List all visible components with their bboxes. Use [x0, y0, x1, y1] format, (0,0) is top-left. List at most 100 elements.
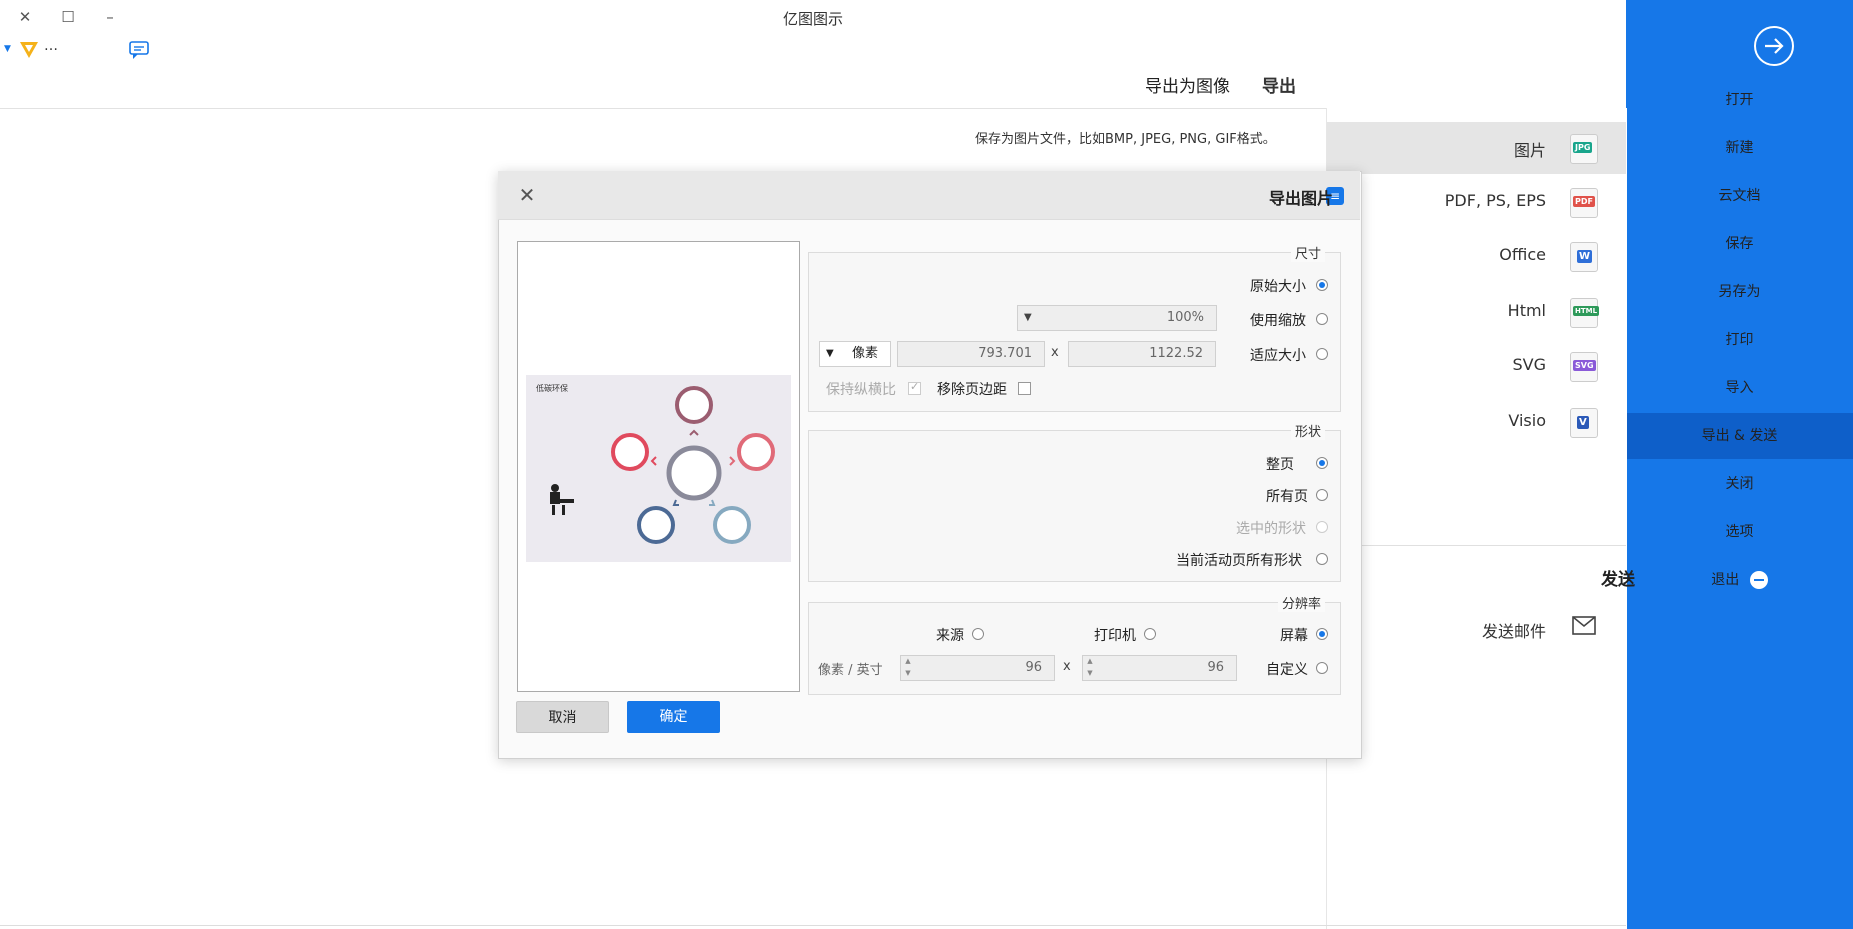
original-size-label: 原始大小 [1250, 279, 1306, 295]
pdf-file-icon: PDF [1570, 188, 1598, 218]
selected-shapes-label: 选中的形状 [1236, 521, 1306, 537]
divider [1360, 545, 1626, 546]
dropdown-arrow-icon[interactable]: ▼ [4, 44, 11, 54]
resolution-group-title: 分辨率 [1278, 593, 1326, 612]
screen-label: 屏幕 [1280, 628, 1308, 644]
minimize-window-button[interactable]: – [92, 4, 128, 30]
resolution-group [808, 602, 1341, 695]
category-label: Visio [1508, 411, 1546, 430]
source-label: 来源 [936, 628, 964, 644]
sidebar-item-options[interactable]: 选项 [1626, 509, 1853, 555]
radio-custom[interactable] [1316, 662, 1328, 674]
radio-fit-size[interactable] [1316, 348, 1328, 360]
custom-label: 自定义 [1266, 662, 1308, 678]
cancel-button[interactable]: 取消 [516, 701, 609, 733]
content-title: 导出为图像 [1145, 77, 1230, 97]
keep-ratio-checkbox[interactable]: ✓ [908, 380, 921, 395]
jpg-file-icon: JPG [1570, 134, 1598, 164]
radio-use-zoom[interactable] [1316, 313, 1328, 325]
send-email-item[interactable]: 发送邮件 [1327, 606, 1626, 650]
minus-circle-icon [1749, 571, 1768, 589]
app-title: 亿图图示 [782, 10, 843, 28]
maximize-window-button[interactable]: ☐ [50, 4, 86, 30]
page-bottom-border [0, 925, 1626, 926]
sidebar-item-label: 退出 [1711, 572, 1740, 588]
visio-file-icon: V [1570, 408, 1598, 438]
dpi-y-input[interactable]: 96 [900, 655, 1055, 681]
remove-margin-label: 移除页边距 [937, 382, 1007, 398]
section-title: 导出 [1262, 77, 1296, 97]
sidebar-item-export-send[interactable]: 导出 & 发送 [1626, 413, 1853, 459]
more-button[interactable]: … [44, 38, 58, 54]
preview-title: 低碳环保 [536, 384, 568, 393]
all-pages-label: 所有页 [1266, 489, 1308, 505]
sidebar-item-print[interactable]: 打印 [1626, 317, 1853, 363]
dpi-x-stepper[interactable]: ▲ ▼ [1084, 655, 1096, 681]
shape-group-title: 形状 [1291, 421, 1326, 440]
sidebar-item-exit[interactable]: 退出 [1626, 557, 1853, 603]
category-pdf[interactable]: PDF PDF, PS, EPS [1327, 176, 1626, 228]
fit-size-label: 适应大小 [1250, 348, 1306, 364]
category-html[interactable]: HTML Html [1327, 286, 1626, 338]
times-sign: x [1063, 659, 1071, 674]
whole-page-label: 整页 [1266, 457, 1294, 473]
category-office[interactable]: W Office [1327, 230, 1626, 282]
use-zoom-label: 使用缩放 [1250, 313, 1306, 329]
dpi-unit-label: 像素 / 英寸 [818, 663, 883, 678]
keep-ratio-label: 保持纵横比 [826, 382, 896, 398]
radio-current-page-shapes[interactable] [1316, 553, 1328, 565]
chevron-down-icon: ▼ [826, 348, 834, 359]
times-sign: x [1051, 345, 1059, 360]
category-svg[interactable]: SVG SVG [1327, 340, 1626, 392]
radio-printer[interactable] [1144, 628, 1156, 640]
zoom-value: 100% [1166, 310, 1204, 325]
close-window-button[interactable]: ✕ [7, 4, 43, 30]
size-group-title: 尺寸 [1291, 243, 1326, 262]
printer-label: 打印机 [1094, 628, 1136, 644]
category-visio[interactable]: V Visio [1327, 396, 1626, 448]
check-icon: ✓ [910, 380, 920, 393]
svg-file-icon: SVG [1570, 352, 1598, 382]
radio-all-pages[interactable] [1316, 489, 1328, 501]
vip-badge-icon[interactable] [18, 38, 40, 60]
dialog-close-button[interactable]: ✕ [515, 183, 539, 207]
send-email-label: 发送邮件 [1481, 622, 1546, 641]
unit-value: 像素 [851, 346, 878, 361]
unit-select[interactable]: 像素 ▼ [819, 341, 891, 367]
category-image[interactable]: JPG 图片 [1327, 122, 1626, 174]
dpi-y-stepper[interactable]: ▲ ▼ [902, 655, 914, 681]
feedback-icon[interactable] [128, 40, 150, 60]
sidebar-item-save-as[interactable]: 另存为 [1626, 269, 1853, 315]
sidebar-item-new[interactable]: 新建 [1626, 125, 1853, 171]
sidebar-item-open[interactable]: 打开 [1626, 77, 1853, 123]
arrow-right-icon [1765, 38, 1784, 54]
dpi-x-input[interactable]: 96 [1082, 655, 1237, 681]
html-file-icon: HTML [1570, 298, 1600, 328]
radio-source[interactable] [972, 628, 984, 640]
zoom-select[interactable]: 100% ▼ [1017, 305, 1217, 331]
category-label: Html [1507, 301, 1546, 320]
width-input[interactable]: 1122.52 [1068, 341, 1216, 367]
dialog-title: 导出图片 [1268, 189, 1333, 208]
category-label: 图片 [1513, 141, 1546, 160]
sidebar-item-close[interactable]: 关闭 [1626, 461, 1853, 507]
send-heading: 发送 [1601, 570, 1635, 590]
radio-original-size[interactable] [1316, 279, 1328, 291]
radio-whole-page[interactable] [1316, 457, 1328, 469]
radio-screen[interactable] [1316, 628, 1328, 640]
export-description: 保存为图片文件，比如BMP, JPEG, PNG, GIF格式。 [975, 132, 1276, 147]
height-input[interactable]: 793.701 [897, 341, 1045, 367]
back-button[interactable] [1754, 26, 1794, 66]
ok-button[interactable]: 确定 [627, 701, 720, 733]
chevron-down-icon: ▼ [1024, 312, 1032, 323]
sidebar-item-cloud[interactable]: 云文档 [1626, 173, 1853, 219]
radio-selected-shapes[interactable] [1316, 521, 1328, 533]
category-label: PDF, PS, EPS [1444, 191, 1546, 210]
word-file-icon: W [1570, 242, 1598, 272]
sidebar-item-save[interactable]: 保存 [1626, 221, 1853, 267]
category-label: Office [1499, 245, 1546, 264]
category-label: SVG [1512, 355, 1547, 374]
preview-diagram [526, 375, 791, 562]
remove-margin-checkbox[interactable] [1018, 382, 1031, 395]
sidebar-item-import[interactable]: 导入 [1626, 365, 1853, 411]
